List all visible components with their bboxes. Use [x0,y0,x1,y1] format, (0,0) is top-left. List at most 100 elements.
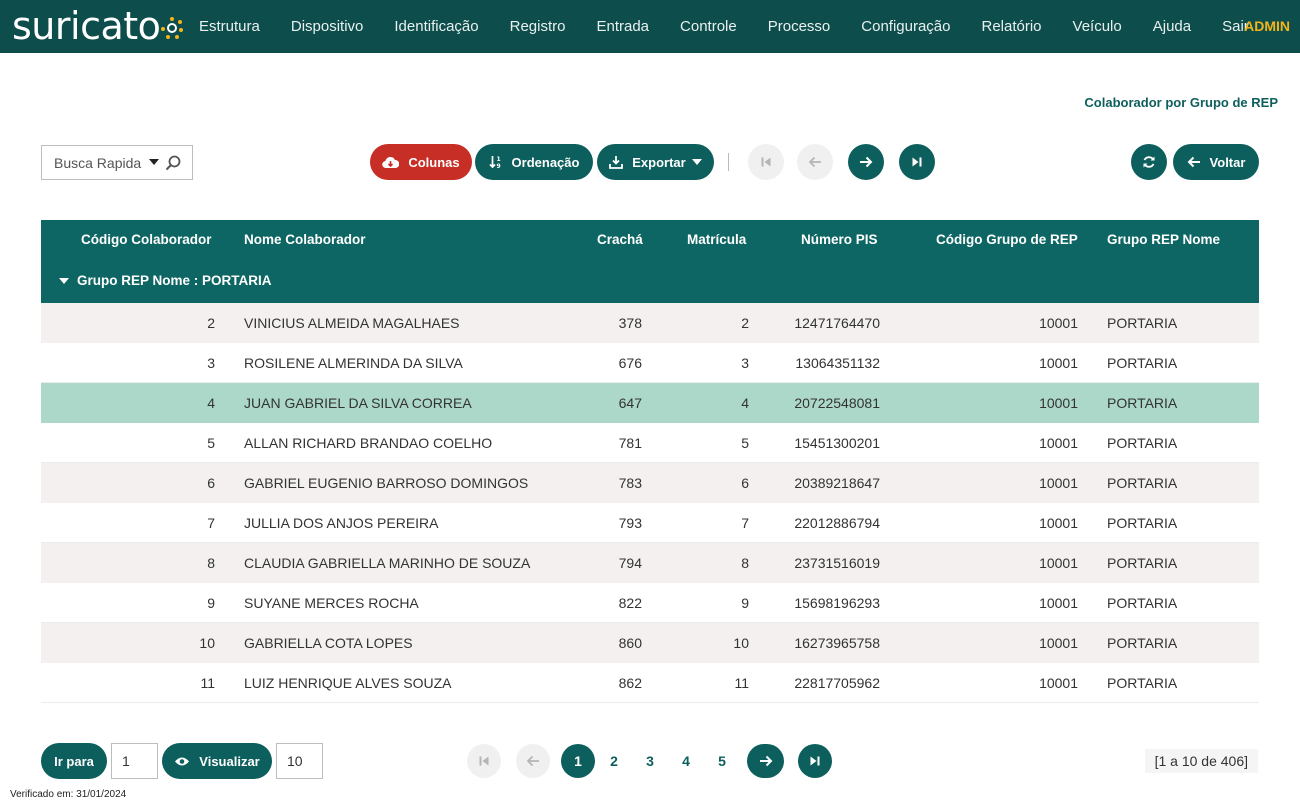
search-dropdown-icon[interactable] [149,159,159,165]
columns-button[interactable]: Colunas [370,144,472,180]
goto-page-input[interactable] [111,743,158,779]
user-name[interactable]: ADMIN [1244,18,1290,34]
chevron-down-icon [691,159,702,165]
cell-cracha: 794 [618,555,642,571]
table-row[interactable]: 3 ROSILENE ALMERINDA DA SILVA 676 3 13064351… [41,343,1259,383]
table-row[interactable]: 5 ALLAN RICHARD BRANDAO COELHO 781 5 1545130… [41,423,1259,463]
column-header-codigo-grupo[interactable]: Código Grupo de REP [936,232,1078,247]
nav-item-registro[interactable]: Registro [510,18,566,35]
nav-item-estrutura[interactable]: Estrutura [199,18,260,35]
search-input[interactable] [42,146,142,179]
column-header-nome[interactable]: Nome Colaborador [244,232,366,247]
last-page-button[interactable] [899,144,935,180]
first-page-button[interactable] [748,144,784,180]
nav-item-relatorio[interactable]: Relatório [982,18,1042,35]
cell-pis: 23731516019 [794,555,880,571]
footer-first-page-button[interactable] [467,744,501,778]
cell-grupo-nome: PORTARIA [1107,435,1178,451]
cell-codigo-grupo: 10001 [1039,355,1078,371]
column-header-pis[interactable]: Número PIS [801,232,878,247]
back-button[interactable]: Voltar [1173,144,1259,180]
refresh-button[interactable] [1131,144,1167,180]
search-icon[interactable] [165,155,181,171]
cell-cracha: 860 [618,635,642,651]
cell-grupo-nome: PORTARIA [1107,555,1178,571]
footer-next-page-button[interactable] [747,744,784,778]
table-row[interactable]: 6 GABRIEL EUGENIO BARROSO DOMINGOS 783 6 203… [41,463,1259,503]
suricato-logo[interactable]: suricato [12,6,184,46]
nav-item-entrada[interactable]: Entrada [596,18,649,35]
footer-last-page-button[interactable] [798,744,832,778]
group-label: Grupo REP Nome : PORTARIA [77,273,272,288]
table-row[interactable]: 8 CLAUDIA GABRIELLA MARINHO DE SOUZA 794 8 2… [41,543,1259,583]
table-row[interactable]: 4 JUAN GABRIEL DA SILVA CORREA 647 4 2072254… [41,383,1259,423]
cell-matricula: 5 [741,435,749,451]
page-number-1[interactable]: 1 [561,744,595,778]
page-number-3[interactable]: 3 [633,744,667,778]
export-button[interactable]: Exportar [597,144,714,180]
table-row[interactable]: 9 SUYANE MERCES ROCHA 822 9 15698196293 10001… [41,583,1259,623]
table-row[interactable]: 2 VINICIUS ALMEIDA MAGALHAES 378 2 124717644… [41,303,1259,343]
cell-grupo-nome: PORTARIA [1107,515,1178,531]
column-header-cracha[interactable]: Crachá [597,232,643,247]
cell-cracha: 378 [618,315,642,331]
goto-button[interactable]: Ir para [41,743,107,779]
refresh-icon [1143,156,1155,168]
verified-date: Verificado em: 31/01/2024 [10,789,127,800]
view-button[interactable]: Visualizar [162,743,272,779]
group-row[interactable]: Grupo REP Nome : PORTARIA [59,273,272,288]
column-header-codigo[interactable]: Código Colaborador [81,232,212,247]
table-row[interactable]: 11 LUIZ HENRIQUE ALVES SOUZA 862 11 22817705… [41,663,1259,703]
previous-page-button[interactable] [797,144,833,180]
cell-codigo: 6 [207,475,215,491]
sort-button[interactable]: 19 Ordenação [475,144,593,180]
nav-item-controle[interactable]: Controle [680,18,737,35]
back-label: Voltar [1209,154,1246,170]
page-number-5[interactable]: 5 [705,744,739,778]
nav-item-ajuda[interactable]: Ajuda [1153,18,1191,35]
table-row[interactable]: 10 GABRIELLA COTA LOPES 860 10 16273965758 10… [41,623,1259,663]
cell-pis: 20389218647 [794,475,880,491]
first-page-icon [479,756,489,766]
export-label: Exportar [632,154,686,170]
cell-pis: 12471764470 [794,315,880,331]
table-header: Código Colaborador Nome Colaborador Crac… [41,220,1259,303]
column-header-grupo-nome[interactable]: Grupo REP Nome [1107,232,1220,247]
next-page-button[interactable] [848,144,884,180]
cell-cracha: 676 [618,355,642,371]
arrow-left-icon [526,755,539,767]
cell-codigo-grupo: 10001 [1039,635,1078,651]
footer-previous-page-button[interactable] [516,744,550,778]
column-header-matricula[interactable]: Matrícula [687,232,746,247]
cell-pis: 16273965758 [794,635,880,651]
cell-codigo-grupo: 10001 [1039,595,1078,611]
cell-nome: GABRIELLA COTA LOPES [244,635,413,651]
cell-cracha: 822 [618,595,642,611]
cell-grupo-nome: PORTARIA [1107,635,1178,651]
cell-pis: 15451300201 [794,435,880,451]
top-navbar: suricato Estrutura Dispositivo Identificaç… [0,0,1300,53]
page-number-2[interactable]: 2 [597,744,631,778]
sort-label: Ordenação [511,154,580,170]
cell-pis: 22012886794 [794,515,880,531]
nav-item-identificacao[interactable]: Identificação [394,18,478,35]
cell-matricula: 11 [734,675,749,691]
nav-item-processo[interactable]: Processo [768,18,831,35]
cell-codigo-grupo: 10001 [1039,675,1078,691]
arrow-right-icon [860,156,873,168]
cell-pis: 22817705962 [794,675,880,691]
nav-item-configuracao[interactable]: Configuração [861,18,950,35]
cell-codigo-grupo: 10001 [1039,315,1078,331]
cell-codigo: 8 [207,555,215,571]
table-row[interactable]: 7 JULLIA DOS ANJOS PEREIRA 793 7 22012886794… [41,503,1259,543]
nav-item-veiculo[interactable]: Veículo [1073,18,1122,35]
cell-codigo: 3 [207,355,215,371]
page-number-4[interactable]: 4 [669,744,703,778]
cloud-download-icon [382,156,400,169]
cell-nome: JUAN GABRIEL DA SILVA CORREA [244,395,472,411]
arrow-left-icon [808,156,821,168]
main-menu: Estrutura Dispositivo Identificação Registr… [199,0,1280,53]
page-size-input[interactable] [276,743,323,779]
nav-item-dispositivo[interactable]: Dispositivo [291,18,364,35]
cell-matricula: 6 [741,475,749,491]
